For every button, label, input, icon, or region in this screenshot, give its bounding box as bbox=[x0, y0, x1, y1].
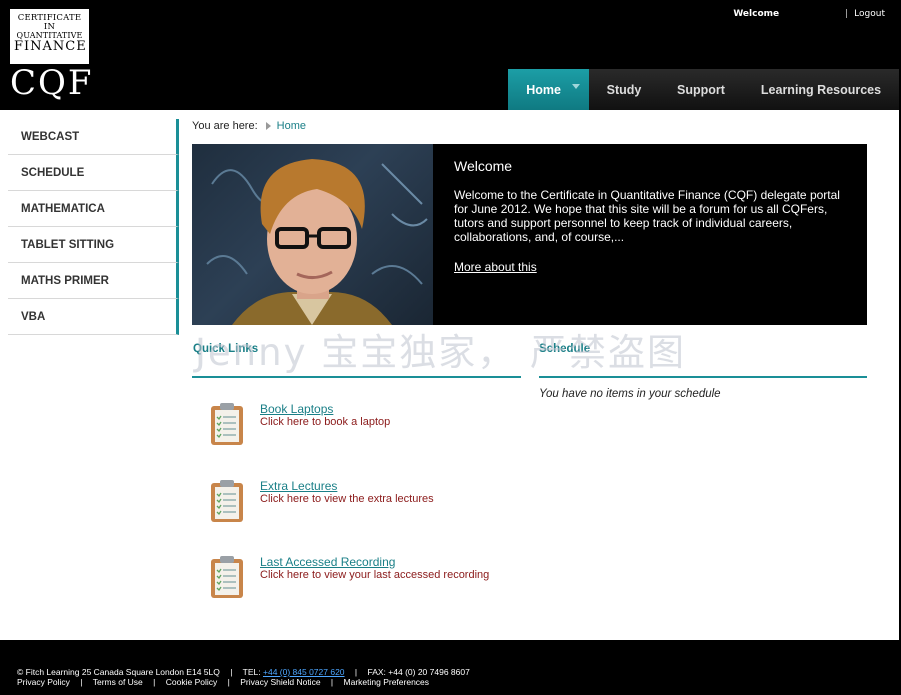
footer-link-privacy-policy[interactable]: Privacy Policy bbox=[17, 677, 70, 687]
footer-link-cookie-policy[interactable]: Cookie Policy bbox=[166, 677, 218, 687]
welcome-text-block: Welcome Welcome to the Certificate in Qu… bbox=[454, 158, 854, 276]
sidebar-item-webcast[interactable]: WEBCAST bbox=[8, 119, 179, 155]
nav-learning-resources[interactable]: Learning Resources bbox=[743, 69, 899, 110]
clipboard-icon[interactable] bbox=[209, 402, 245, 446]
footer-tel-link[interactable]: +44 (0) 845 0727 620 bbox=[263, 667, 345, 677]
cqf-logo[interactable]: CERTIFICATE IN QUANTITATIVE FINANCE CQF bbox=[10, 9, 94, 105]
logo-mark: CQF bbox=[10, 63, 94, 103]
footer-tel-label: TEL: bbox=[242, 667, 261, 677]
main-nav: Home Study Support Learning Resources bbox=[508, 69, 899, 110]
footer-separator: | bbox=[354, 667, 358, 677]
footer-fax: FAX: +44 (0) 20 7496 8607 bbox=[367, 667, 470, 677]
quick-link-desc: Click here to view your last accessed re… bbox=[260, 569, 490, 581]
top-links-separator: | bbox=[845, 9, 849, 19]
nav-support[interactable]: Support bbox=[659, 69, 743, 110]
footer-separator: | bbox=[80, 677, 83, 687]
sidebar-item-maths-primer[interactable]: MATHS PRIMER bbox=[8, 263, 179, 299]
sidebar-item-schedule[interactable]: SCHEDULE bbox=[8, 155, 179, 191]
top-links: Welcome | Logout bbox=[733, 9, 885, 19]
more-about-link[interactable]: More about this bbox=[454, 260, 537, 274]
nav-home[interactable]: Home bbox=[508, 69, 589, 110]
sidebar: WEBCAST SCHEDULE MATHEMATICA TABLET SITT… bbox=[8, 119, 179, 335]
clipboard-icon[interactable] bbox=[209, 479, 245, 523]
welcome-title: Welcome bbox=[454, 158, 513, 174]
nav-support-label: Support bbox=[677, 82, 725, 97]
schedule-empty-message: You have no items in your schedule bbox=[539, 388, 721, 400]
quick-link-item: Extra Lectures Click here to view the ex… bbox=[209, 479, 529, 527]
schedule-divider bbox=[539, 376, 867, 378]
footer-contact-line: © Fitch Learning 25 Canada Square London… bbox=[17, 667, 470, 677]
nav-home-label: Home bbox=[526, 82, 561, 97]
footer-separator: | bbox=[227, 677, 230, 687]
breadcrumb-arrow-icon bbox=[265, 122, 271, 130]
logout-link[interactable]: Logout bbox=[854, 9, 885, 19]
sidebar-item-vba[interactable]: VBA bbox=[8, 299, 179, 335]
presenter-photo bbox=[192, 144, 433, 325]
logo-box: CERTIFICATE IN QUANTITATIVE FINANCE bbox=[10, 9, 89, 64]
footer-separator: | bbox=[153, 677, 156, 687]
quick-link-item: Last Accessed Recording Click here to vi… bbox=[209, 555, 529, 603]
footer-link-terms-of-use[interactable]: Terms of Use bbox=[93, 677, 143, 687]
footer-link-privacy-shield[interactable]: Privacy Shield Notice bbox=[240, 677, 320, 687]
quick-link-title[interactable]: Book Laptops bbox=[260, 402, 333, 416]
quick-link-item: Book Laptops Click here to book a laptop bbox=[209, 402, 529, 450]
quick-link-title[interactable]: Extra Lectures bbox=[260, 479, 337, 493]
clipboard-icon[interactable] bbox=[209, 555, 245, 599]
site-footer: © Fitch Learning 25 Canada Square London… bbox=[0, 640, 901, 695]
breadcrumb-label: You are here: bbox=[192, 120, 258, 132]
footer-separator: | bbox=[230, 667, 233, 677]
chevron-down-icon bbox=[572, 84, 580, 89]
welcome-label: Welcome bbox=[733, 9, 780, 19]
welcome-banner: Welcome Welcome to the Certificate in Qu… bbox=[192, 144, 867, 325]
watermark-text: Jenny 宝宝独家， 严禁盗图 bbox=[195, 331, 686, 374]
nav-study[interactable]: Study bbox=[589, 69, 659, 110]
sidebar-item-mathematica[interactable]: MATHEMATICA bbox=[8, 191, 179, 227]
nav-study-label: Study bbox=[606, 82, 642, 97]
footer-separator: | bbox=[330, 677, 334, 687]
site-header: CERTIFICATE IN QUANTITATIVE FINANCE CQF … bbox=[0, 0, 901, 110]
quick-link-desc: Click here to view the extra lectures bbox=[260, 493, 434, 505]
quick-links-heading: Quick Links bbox=[193, 343, 259, 355]
welcome-body: Welcome to the Certificate in Quantitati… bbox=[454, 188, 840, 244]
logo-line-1: CERTIFICATE IN bbox=[17, 13, 82, 32]
footer-links: Privacy Policy | Terms of Use | Cookie P… bbox=[17, 677, 429, 687]
quick-link-desc: Click here to book a laptop bbox=[260, 416, 391, 428]
footer-link-marketing-preferences[interactable]: Marketing Preferences bbox=[344, 677, 430, 687]
nav-learning-resources-label: Learning Resources bbox=[760, 82, 882, 97]
footer-address: © Fitch Learning 25 Canada Square London… bbox=[17, 667, 220, 677]
quick-links-divider bbox=[192, 376, 521, 378]
schedule-heading: Schedule bbox=[539, 343, 591, 355]
breadcrumb: You are here: Home bbox=[192, 120, 306, 132]
logo-line-3: FINANCE bbox=[14, 39, 87, 55]
quick-link-title[interactable]: Last Accessed Recording bbox=[260, 555, 395, 569]
breadcrumb-home-link[interactable]: Home bbox=[277, 120, 306, 132]
sidebar-item-tablet-sitting[interactable]: TABLET SITTING bbox=[8, 227, 179, 263]
